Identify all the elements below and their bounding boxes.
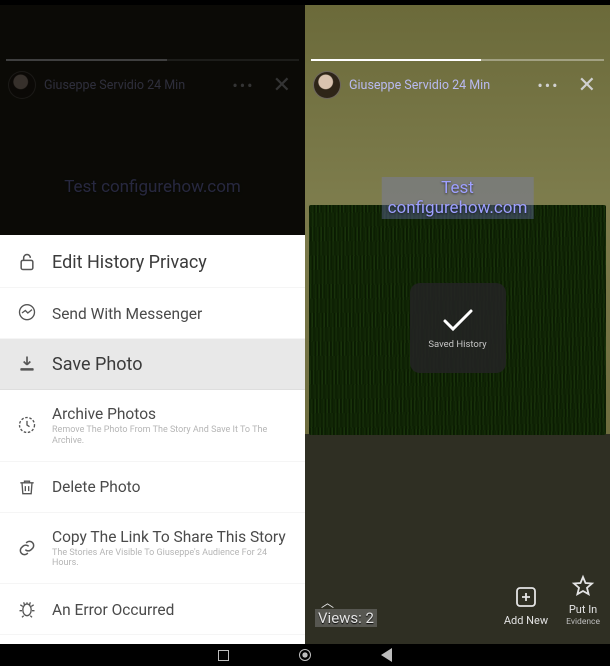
highlight-button[interactable]: Put In Evidence (566, 573, 600, 627)
story-header: Giuseppe Servidio 24 Min ••• ✕ (313, 67, 602, 103)
avatar[interactable] (313, 71, 341, 99)
copy-link-item[interactable]: Copy The Link To Share This Story The St… (0, 513, 305, 585)
recent-apps-button[interactable] (218, 650, 229, 661)
highlight-sublabel: Evidence (566, 617, 600, 627)
edit-privacy-label: Edit History Privacy (52, 252, 207, 273)
toast-label: Saved History (428, 339, 486, 350)
copy-link-label: Copy The Link To Share This Story (52, 528, 286, 546)
star-icon (570, 573, 596, 599)
android-navbar (0, 644, 610, 666)
username-label[interactable]: Giuseppe Servidio 24 Min (349, 78, 490, 93)
story-header: Giuseppe Servidio 24 Min ••• ✕ (8, 67, 297, 103)
story-area-left: Giuseppe Servidio 24 Min ••• ✕ Test conf… (0, 5, 305, 235)
home-button[interactable] (299, 649, 311, 661)
close-icon[interactable]: ✕ (572, 71, 602, 100)
views-button[interactable]: ︿ Views: 2 (315, 592, 377, 627)
right-screen: Giuseppe Servidio 24 Min ••• ✕ Test conf… (305, 5, 610, 645)
edit-privacy-item[interactable]: Edit History Privacy (0, 237, 305, 288)
error-item[interactable]: An Error Occurred (0, 584, 305, 635)
delete-photo-label: Delete Photo (52, 478, 140, 496)
saved-toast: Saved History (410, 283, 506, 373)
views-label: Views: 2 (315, 609, 377, 627)
username-label[interactable]: Giuseppe Servidio 24 Min (44, 78, 185, 93)
send-messenger-item[interactable]: Send With Messenger (0, 288, 305, 339)
add-new-label: Add New (504, 614, 548, 627)
back-button[interactable] (381, 648, 392, 662)
archive-sublabel: Remove The Photo From The Story And Save… (52, 425, 289, 447)
add-new-icon (513, 584, 539, 610)
send-messenger-label: Send With Messenger (52, 305, 202, 323)
highlight-label: Put In (569, 603, 597, 616)
more-icon[interactable]: ••• (228, 72, 258, 99)
download-icon (16, 353, 38, 375)
delete-photo-item[interactable]: Delete Photo (0, 462, 305, 513)
story-progress-fill (311, 59, 481, 61)
action-sheet: Edit History Privacy Send With Messenger… (0, 237, 305, 645)
story-progress (311, 59, 604, 61)
avatar[interactable] (8, 71, 36, 99)
messenger-icon (16, 302, 38, 324)
more-icon[interactable]: ••• (533, 72, 563, 99)
add-new-button[interactable]: Add New (504, 584, 548, 627)
archive-label: Archive Photos (52, 405, 156, 423)
bug-icon (16, 598, 38, 620)
story-bottom-bar: ︿ Views: 2 Add New Put In Evidence (305, 573, 610, 627)
story-progress-fill (6, 59, 167, 61)
copy-link-sublabel: The Stories Are Visible To Giuseppe's Au… (52, 548, 289, 570)
check-icon (441, 307, 475, 333)
error-label: An Error Occurred (52, 601, 174, 619)
save-photo-item[interactable]: Save Photo (0, 339, 305, 390)
story-progress (6, 59, 299, 61)
link-icon (16, 537, 38, 559)
watermark-text: Test configurehow.com (381, 177, 534, 219)
lock-icon (16, 251, 38, 273)
archive-photos-item[interactable]: Archive Photos Remove The Photo From The… (0, 390, 305, 462)
close-icon[interactable]: ✕ (267, 71, 297, 100)
save-photo-label: Save Photo (52, 354, 142, 375)
watermark-text: Test configurehow.com (0, 177, 305, 197)
trash-icon (16, 476, 38, 498)
clock-icon (16, 414, 38, 436)
left-screen: Giuseppe Servidio 24 Min ••• ✕ Test conf… (0, 5, 305, 645)
